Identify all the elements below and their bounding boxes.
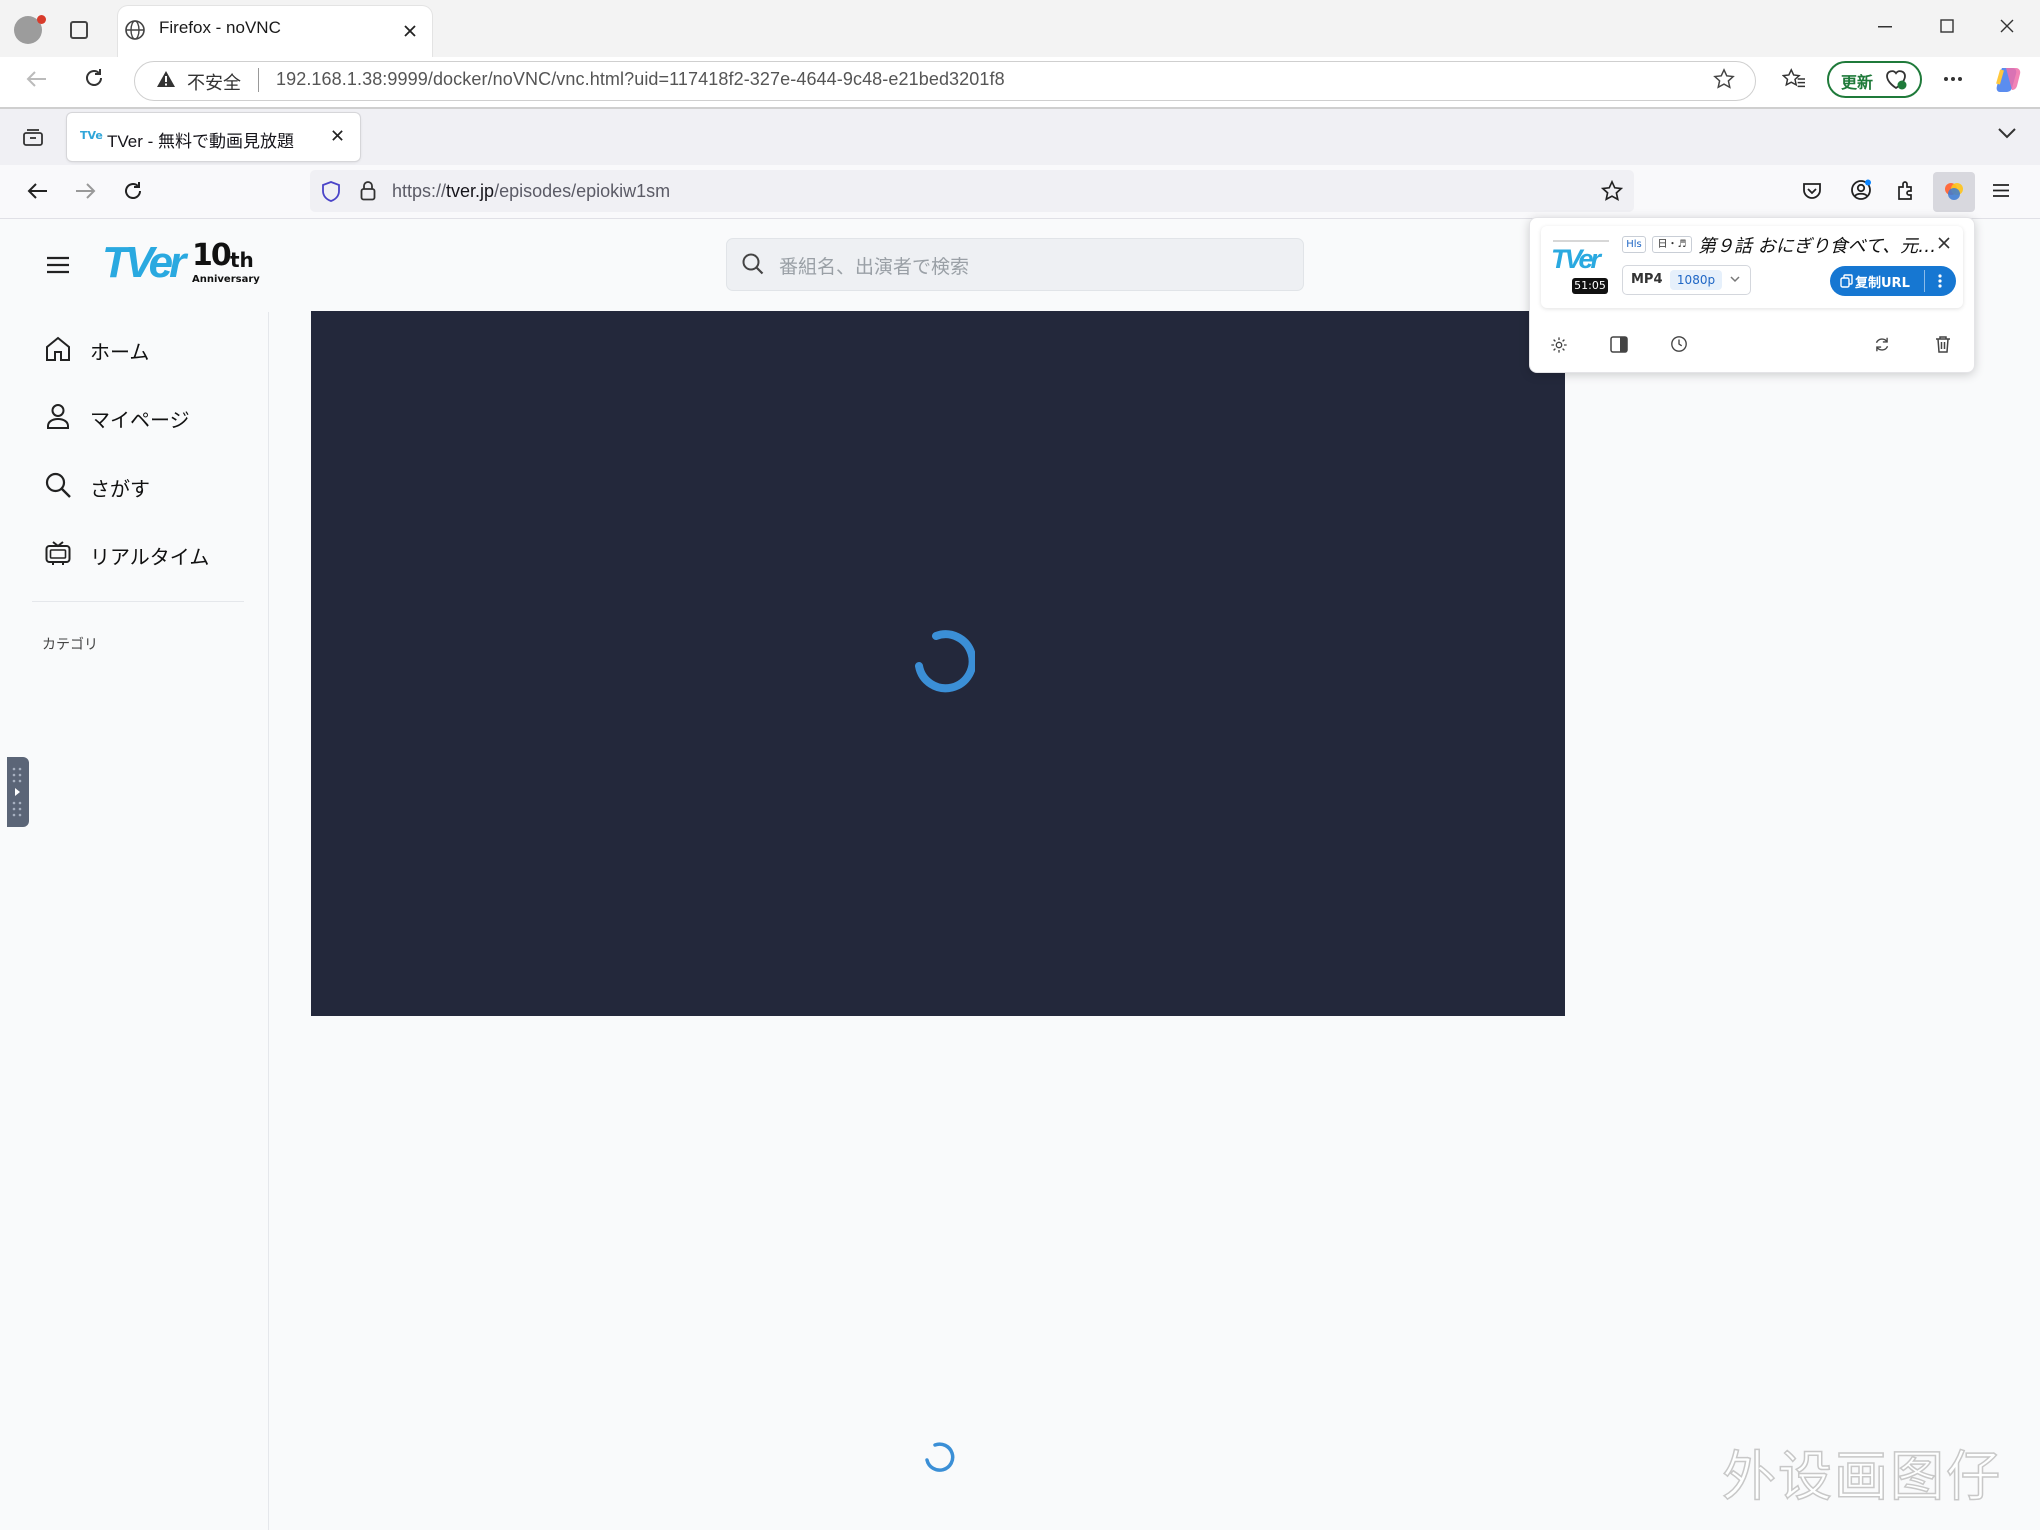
sidebar-panel-icon[interactable] (1610, 336, 1628, 353)
copilot-icon[interactable] (1994, 64, 2024, 94)
favorite-star-icon[interactable] (1713, 68, 1735, 90)
warning-icon[interactable] (156, 70, 176, 88)
lock-icon[interactable] (360, 180, 376, 201)
maximize-icon[interactable] (1940, 19, 1954, 33)
nav-item-search[interactable]: さがす (32, 463, 242, 507)
tver-favicon: TVe (80, 129, 103, 142)
globe-icon (125, 20, 145, 40)
resolution-chip: 1080p (1670, 270, 1722, 290)
logo-brand: TVer (102, 238, 186, 287)
nav-label-mypage: マイページ (90, 408, 190, 432)
url-separator (258, 68, 259, 92)
media-duration: 51:05 (1572, 278, 1608, 294)
history-clock-icon[interactable] (1670, 335, 1688, 353)
tab-close-icon[interactable] (331, 129, 344, 142)
reload-icon[interactable] (83, 67, 105, 89)
loading-spinner-icon (915, 630, 975, 693)
tv-icon (45, 541, 71, 565)
watermark-text: 外设画图仔 (1721, 1444, 2002, 1509)
nav-label-realtime: リアルタイム (90, 545, 210, 569)
update-label: 更新 (1841, 73, 1874, 92)
ff-forward-icon[interactable] (74, 182, 96, 200)
stream-type-chip: Hls (1622, 236, 1646, 253)
firefox-tab-title: TVer - 無料で動画見放題 (107, 132, 295, 151)
chevron-down-icon (1730, 276, 1740, 283)
remove-media-icon[interactable] (1938, 237, 1950, 249)
logo-anniv-word: Anniversary (192, 274, 260, 285)
edge-url-text[interactable]: 192.168.1.38:9999/docker/noVNC/vnc.html?… (276, 69, 1005, 90)
nav-item-mypage[interactable]: マイページ (32, 394, 242, 438)
category-heading: カテゴリ (42, 637, 98, 653)
security-label[interactable]: 不安全 (187, 69, 241, 95)
home-icon (46, 336, 70, 361)
logo-anniv-suffix: th (230, 248, 254, 272)
ff-url-text[interactable]: https://tver.jp/episodes/epiokiw1sm (392, 181, 670, 202)
account-icon[interactable] (1850, 179, 1872, 201)
firefox-view-icon[interactable] (22, 127, 44, 147)
menu-icon[interactable] (1992, 183, 2010, 198)
copy-url-label: 复制URL (1855, 276, 1910, 291)
lang-chip: 日・♬ (1652, 236, 1692, 253)
nav-label-home: ホーム (90, 340, 150, 364)
copy-btn-separator (1924, 270, 1925, 292)
page-loading-spinner-icon (925, 1442, 955, 1472)
edge-tab-title: Firefox - noVNC (159, 18, 281, 37)
refresh-icon[interactable] (1873, 336, 1891, 353)
notification-dot (37, 15, 46, 24)
sidebar-border (268, 312, 269, 1530)
window-close-icon[interactable] (2000, 19, 2014, 33)
search-placeholder: 番組名、出演者で検索 (779, 256, 970, 278)
tver-logo[interactable]: TVer 10 th Anniversary (102, 238, 262, 290)
user-icon (47, 404, 69, 429)
nav-label-search: さがす (90, 477, 150, 501)
thumb-header-line (1553, 240, 1609, 242)
video-downloader-icon (1945, 183, 1963, 200)
logo-anniv-number: 10 (192, 238, 232, 273)
extensions-icon[interactable] (1896, 180, 1916, 200)
trash-icon[interactable] (1935, 335, 1951, 353)
favorites-icon[interactable] (1782, 68, 1806, 90)
settings-gear-icon[interactable] (1550, 336, 1568, 354)
ff-reload-icon[interactable] (122, 180, 144, 202)
close-icon[interactable] (403, 24, 417, 38)
copy-icon (1840, 274, 1853, 288)
handle-grip-icon (12, 767, 22, 817)
nav-item-home[interactable]: ホーム (32, 326, 242, 370)
url-host: tver.jp (446, 181, 495, 201)
ff-back-icon[interactable] (27, 182, 49, 200)
url-path: /episodes/epiokiw1sm (494, 181, 671, 201)
tab-actions-icon[interactable] (70, 21, 88, 39)
heart-pulse-icon (1886, 70, 1907, 90)
more-icon[interactable] (1943, 77, 1963, 81)
back-icon[interactable] (26, 70, 48, 88)
media-title: 第９話 おにぎり食べて、元… (1698, 236, 1937, 257)
format-label: MP4 (1631, 272, 1663, 287)
bookmark-star-icon[interactable] (1601, 180, 1623, 202)
minimize-icon[interactable] (1878, 26, 1892, 28)
nav-item-realtime[interactable]: リアルタイム (32, 531, 242, 575)
pocket-icon[interactable] (1802, 182, 1822, 200)
sidebar-divider (32, 601, 244, 602)
search-field-icon (742, 253, 764, 275)
tracking-shield-icon[interactable] (322, 181, 340, 202)
more-options-icon[interactable] (1938, 273, 1942, 289)
nav-search-icon (45, 472, 71, 498)
hamburger-icon[interactable] (46, 256, 70, 274)
list-all-tabs-icon[interactable] (1998, 128, 2016, 139)
thumb-brand: TVer (1551, 244, 1601, 274)
url-prefix: https:// (392, 181, 447, 201)
